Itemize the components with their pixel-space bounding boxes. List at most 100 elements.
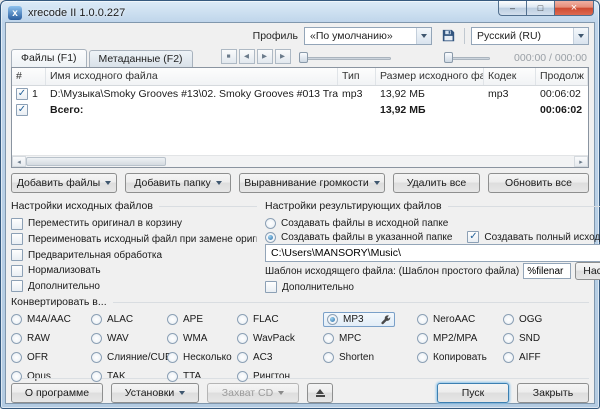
checkbox-icon[interactable] [11,265,23,277]
maximize-button[interactable]: □ [526,1,554,16]
radio-icon[interactable] [265,232,276,243]
start-button[interactable]: Пуск [437,383,509,403]
radio-icon[interactable] [167,352,178,363]
volume-handle[interactable] [444,52,453,63]
column-header-codec[interactable]: Кодек [484,68,536,85]
checkbox-icon[interactable] [11,249,23,261]
format-wav[interactable]: WAV [91,331,167,346]
remove-all-button[interactable]: Удалить все [393,173,480,193]
radio-icon[interactable] [11,352,22,363]
table-row[interactable]: 1 D:\Музыка\Smoky Grooves #13\02. Smoky … [12,86,588,102]
format-multiple[interactable]: Несколько [167,350,237,365]
checkbox-icon[interactable] [11,233,23,245]
radio-icon[interactable] [237,352,248,363]
column-header-name[interactable]: Имя исходного файла [46,68,338,85]
previous-button[interactable]: ◀ [239,49,255,64]
format-merge-cue[interactable]: Слияние/CUE [91,350,167,365]
column-header-num[interactable]: # [12,68,46,85]
format-mpc[interactable]: MPC [323,331,417,346]
column-header-type[interactable]: Тип [338,68,376,85]
format-ogg[interactable]: OGG [503,312,589,327]
radio-icon[interactable] [265,218,276,229]
format-wavpack[interactable]: WavPack [237,331,323,346]
next-button[interactable]: ▶ [275,49,291,64]
checkbox-icon[interactable] [467,231,479,243]
radio-icon[interactable] [503,333,514,344]
profile-select[interactable]: «По умолчанию» [304,27,432,45]
seek-handle[interactable] [299,52,308,63]
radio-icon[interactable] [91,333,102,344]
about-button[interactable]: О программе [11,383,103,403]
format-copy[interactable]: Копировать [417,350,503,365]
radio-icon[interactable] [503,314,514,325]
radio-icon[interactable] [167,371,178,382]
radio-icon[interactable] [503,352,514,363]
presets-button[interactable]: Установки [111,383,199,403]
language-select[interactable]: Русский (RU) [471,27,589,45]
radio-icon[interactable] [11,333,22,344]
radio-icon[interactable] [11,371,22,382]
template-settings-button[interactable]: Настройки [575,262,600,280]
radio-source-folder[interactable]: Создавать файлы в исходной папке [265,216,600,230]
format-raw[interactable]: RAW [11,331,91,346]
radio-icon[interactable] [327,314,338,325]
add-folder-button[interactable]: Добавить папку [125,173,231,193]
radio-icon[interactable] [167,333,178,344]
radio-icon[interactable] [323,352,334,363]
column-header-duration[interactable]: Продолж [536,68,588,85]
tab-metadata[interactable]: Метаданные (F2) [89,50,193,67]
format-aiff[interactable]: AIFF [503,350,589,365]
radio-icon[interactable] [323,333,334,344]
radio-icon[interactable] [167,314,178,325]
radio-icon[interactable] [91,371,102,382]
format-ac3[interactable]: AC3 [237,350,323,365]
format-shorten[interactable]: Shorten [323,350,417,365]
scrollbar-thumb[interactable] [26,157,166,166]
radio-icon[interactable] [237,371,248,382]
radio-icon[interactable] [11,314,22,325]
minimize-button[interactable]: – [498,1,526,16]
format-m4a-aac[interactable]: M4A/AAC [11,312,91,327]
close-button[interactable]: × [554,1,594,16]
format-mp3[interactable]: MP3 [323,312,395,327]
format-wma[interactable]: WMA [167,331,237,346]
eject-button[interactable] [307,383,333,403]
option-move-to-trash[interactable]: Переместить оригинал в корзину [11,216,257,232]
refresh-all-button[interactable]: Обновить все [488,173,589,193]
radio-target-folder[interactable]: Создавать файлы в указанной папке [265,232,452,243]
stop-button[interactable]: ■ [221,49,237,64]
select-all-checkbox[interactable] [16,104,28,116]
format-ofr[interactable]: OFR [11,350,91,365]
checkbox-icon[interactable] [11,218,23,230]
tab-files[interactable]: Файлы (F1) [11,49,87,67]
checkbox-advanced-output[interactable]: Дополнительно [265,280,600,294]
option-rename-original[interactable]: Переименовать исходный файл при замене о… [11,232,257,248]
radio-icon[interactable] [237,314,248,325]
radio-icon[interactable] [417,333,428,344]
option-advanced-source[interactable]: Дополнительно [11,278,257,294]
format-snd[interactable]: SND [503,331,589,346]
checkbox-icon[interactable] [11,280,23,292]
scroll-left-icon[interactable]: ◂ [12,156,26,167]
checkbox-full-path[interactable]: Создавать полный исходящий путь [467,231,600,243]
format-flac[interactable]: FLAC [237,312,323,327]
close-app-button[interactable]: Закрыть [517,383,589,403]
output-path-combo[interactable]: C:\Users\MANSORY\Music\ [265,244,600,262]
scroll-right-icon[interactable]: ▸ [574,156,588,167]
radio-icon[interactable] [91,314,102,325]
play-button[interactable]: ▶ [257,49,273,64]
option-normalize[interactable]: Нормализовать [11,263,257,279]
format-ape[interactable]: APE [167,312,237,327]
checkbox-icon[interactable] [265,281,277,293]
column-header-size[interactable]: Размер исходного файла [376,68,484,85]
option-preprocessing[interactable]: Предварительная обработка [11,247,257,263]
horizontal-scrollbar[interactable]: ◂ ▸ [12,155,588,167]
seek-slider[interactable] [299,51,391,64]
template-input[interactable] [523,263,571,279]
format-neroaac[interactable]: NeroAAC [417,312,503,327]
volume-leveling-button[interactable]: Выравнивание громкости [239,173,385,193]
radio-icon[interactable] [417,352,428,363]
radio-icon[interactable] [237,333,248,344]
add-files-button[interactable]: Добавить файлы [11,173,117,193]
volume-slider[interactable] [444,51,490,64]
